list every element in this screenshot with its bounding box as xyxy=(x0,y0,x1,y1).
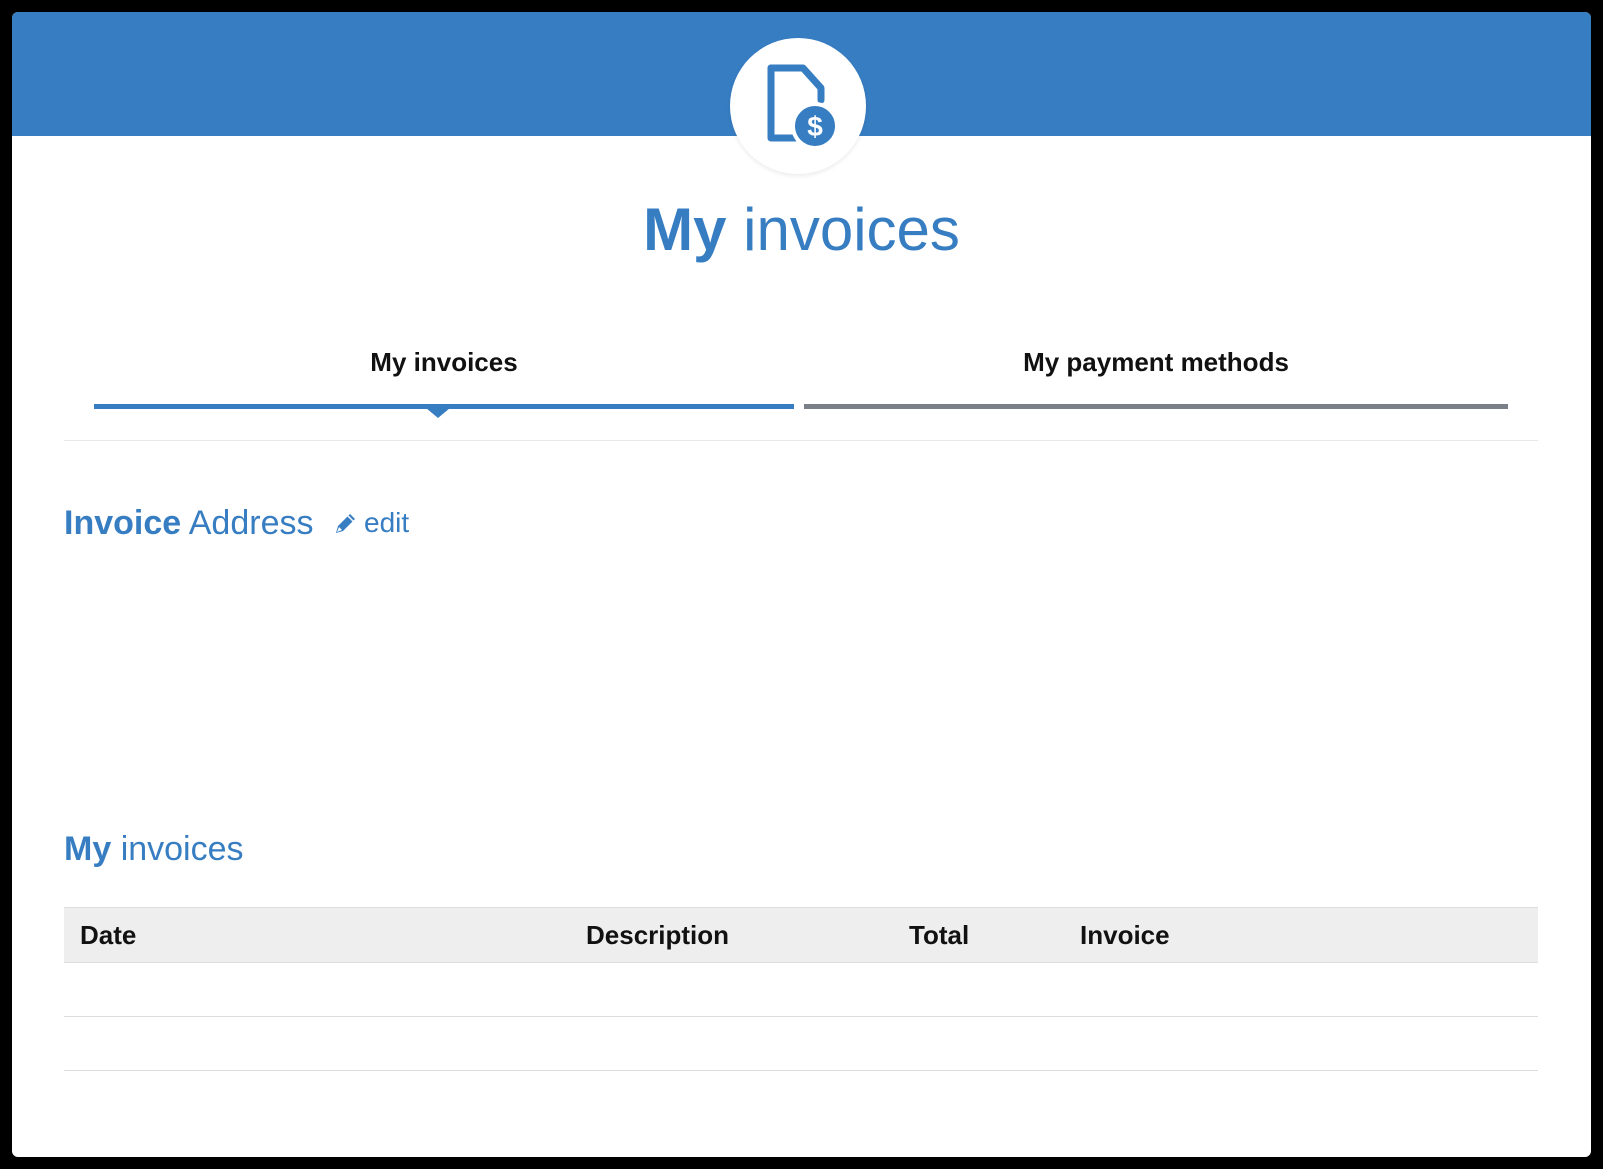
invoice-address-heading: Invoice Address xyxy=(64,502,313,544)
tab-inactive-indicator xyxy=(804,404,1508,409)
app-window: $ My invoices My invoices My payment met… xyxy=(12,12,1591,1157)
column-header-invoice: Invoice xyxy=(1080,920,1170,950)
column-header-date: Date xyxy=(80,920,137,950)
tab-bar: My invoices My payment methods xyxy=(94,342,1508,418)
column-header-total: Total xyxy=(909,920,970,950)
edit-address-link[interactable]: edit xyxy=(334,505,409,541)
page-title-light: invoices xyxy=(743,196,960,263)
table-row xyxy=(64,1017,1538,1071)
tab-my-invoices-label: My invoices xyxy=(370,347,518,377)
tab-my-payment-methods-label: My payment methods xyxy=(1023,347,1289,377)
tab-my-payment-methods[interactable]: My payment methods xyxy=(804,342,1508,412)
my-invoices-heading: My invoices xyxy=(64,828,244,870)
tab-active-pointer xyxy=(426,408,450,418)
invoice-address-heading-light: Address xyxy=(188,504,314,542)
tab-my-invoices[interactable]: My invoices xyxy=(94,342,794,418)
edit-address-label: edit xyxy=(364,507,410,538)
invoice-address-heading-strong: Invoice xyxy=(64,504,182,542)
my-invoices-heading-light: invoices xyxy=(120,830,244,868)
page-badge: $ xyxy=(730,38,866,174)
column-header-description: Description xyxy=(586,920,730,950)
svg-text:$: $ xyxy=(807,111,823,142)
page-title-strong: My xyxy=(643,196,727,263)
section-divider xyxy=(64,440,1538,441)
pencil-icon xyxy=(336,514,355,533)
my-invoices-heading-strong: My xyxy=(64,830,112,868)
table-header: Date Description Total Invoice xyxy=(64,907,1538,963)
page-title: My invoices xyxy=(12,194,1591,266)
table-row xyxy=(64,963,1538,1017)
invoice-dollar-icon: $ xyxy=(767,64,837,150)
invoices-table: Date Description Total Invoice xyxy=(64,907,1538,1071)
